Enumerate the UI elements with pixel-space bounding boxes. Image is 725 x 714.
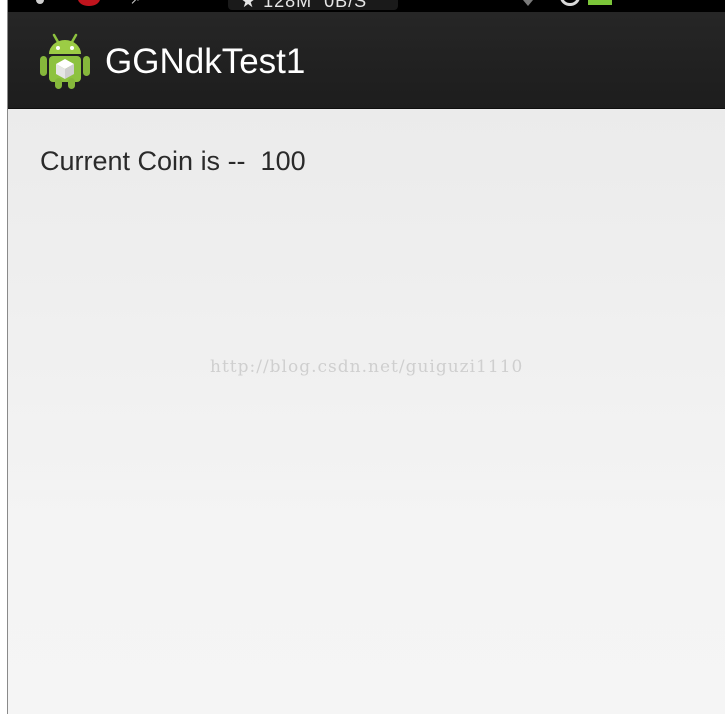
window-left-margin <box>0 0 7 714</box>
arrow-icon: ↗ <box>130 0 141 7</box>
action-bar: GGNdkTest1 <box>8 12 725 109</box>
sync-icon <box>560 0 580 6</box>
star-icon: ★ <box>240 0 264 11</box>
battery-icon <box>588 0 612 5</box>
network-speed: ★ 128M 0B/S <box>240 0 367 10</box>
main-content: Current Coin is -- 100 http://blog.csdn.… <box>8 109 725 714</box>
notification-icon <box>36 0 44 4</box>
app-title: GGNdkTest1 <box>105 42 306 81</box>
network-speed-text: 128M 0B/S <box>263 0 368 11</box>
watermark-text: http://blog.csdn.net/guiguzi1110 <box>210 357 524 377</box>
signal-icon <box>518 0 538 6</box>
app-notification-icon <box>78 0 100 6</box>
device-screen: ↗ ★ 128M 0B/S GGNdkTest1 Current Coin is… <box>0 0 725 714</box>
coin-label: Current Coin is -- 100 <box>40 146 306 176</box>
status-bar: ↗ ★ 128M 0B/S <box>8 0 725 12</box>
android-robot-icon[interactable] <box>38 32 92 90</box>
